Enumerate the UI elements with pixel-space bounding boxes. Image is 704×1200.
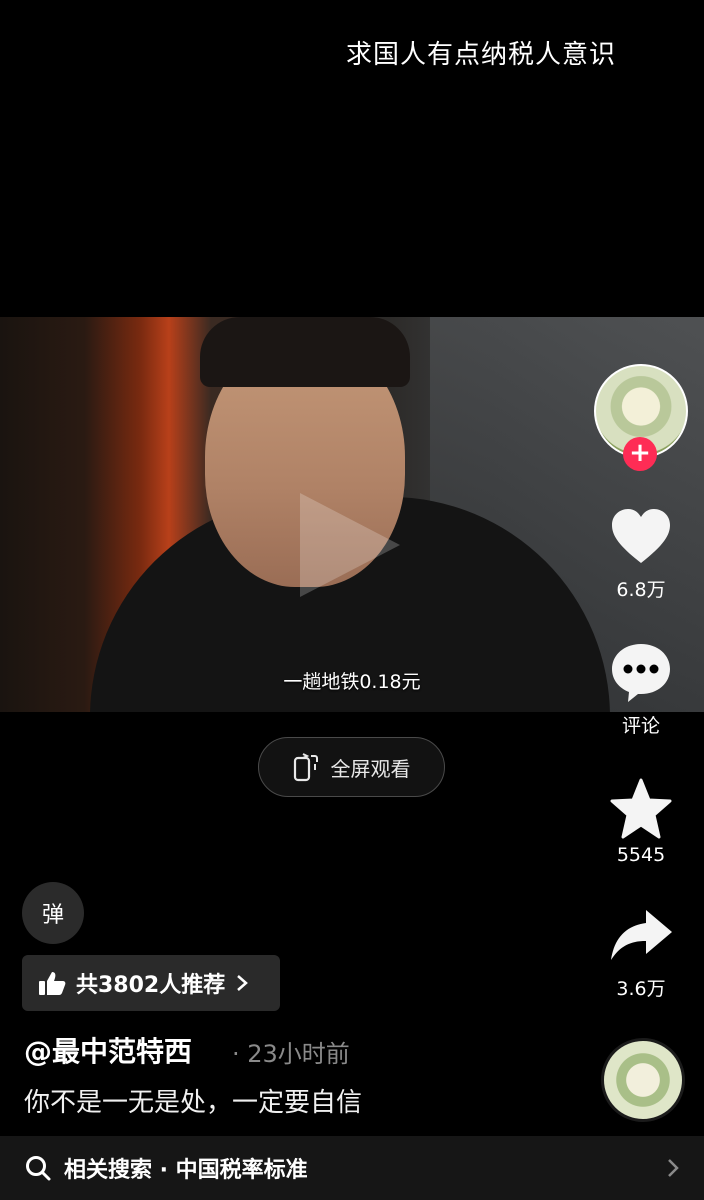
favorite-star-icon[interactable]	[608, 777, 674, 843]
video-person-hair	[200, 317, 410, 387]
recommend-label: 共3802人推荐	[76, 973, 226, 998]
search-icon	[26, 1156, 51, 1181]
rotate-screen-icon	[293, 753, 318, 782]
comment-label: 评论	[621, 715, 660, 737]
fullscreen-label: 全屏观看	[330, 756, 411, 781]
favorite-count-wrap: 5545	[594, 844, 688, 866]
like-count: 6.8万	[616, 579, 666, 601]
related-search-bar[interactable]: 相关搜索 · 中国税率标准	[0, 1136, 704, 1200]
share-count-wrap: 3.6万	[594, 974, 688, 1001]
play-icon[interactable]	[300, 493, 400, 597]
follow-plus-button[interactable]: +	[623, 437, 657, 471]
favorite-count: 5545	[616, 844, 666, 866]
thumbs-up-icon	[39, 972, 66, 995]
comment-label-wrap: 评论	[594, 711, 688, 738]
related-search-label: 相关搜索 · 中国税率标准	[64, 1158, 308, 1183]
comment-bubble-icon[interactable]	[608, 640, 674, 706]
video-subtitle: 一趟地铁0.18元	[283, 671, 421, 693]
recommend-badge[interactable]: 共3802人推荐	[22, 955, 280, 1011]
post-caption[interactable]: 你不是一无是处，一定要自信	[24, 1082, 362, 1119]
like-count-wrap: 6.8万	[594, 575, 688, 602]
chevron-right-icon	[237, 975, 249, 991]
post-time: · 23小时前	[232, 1040, 350, 1068]
share-count: 3.6万	[616, 978, 666, 1000]
video-player[interactable]: 一趟地铁0.18元	[0, 317, 704, 712]
like-heart-icon[interactable]	[608, 505, 674, 571]
danmu-label: 弹	[41, 903, 64, 928]
video-overlay-title: 求国人有点纳税人意识	[345, 40, 616, 70]
chevron-right-icon	[668, 1159, 679, 1177]
danmu-toggle-button[interactable]: 弹	[22, 882, 84, 944]
music-disc-avatar[interactable]	[601, 1038, 685, 1122]
fullscreen-button[interactable]: 全屏观看	[258, 737, 445, 797]
author-name[interactable]: @最中范特西	[24, 1030, 192, 1070]
share-arrow-icon[interactable]	[608, 904, 674, 970]
